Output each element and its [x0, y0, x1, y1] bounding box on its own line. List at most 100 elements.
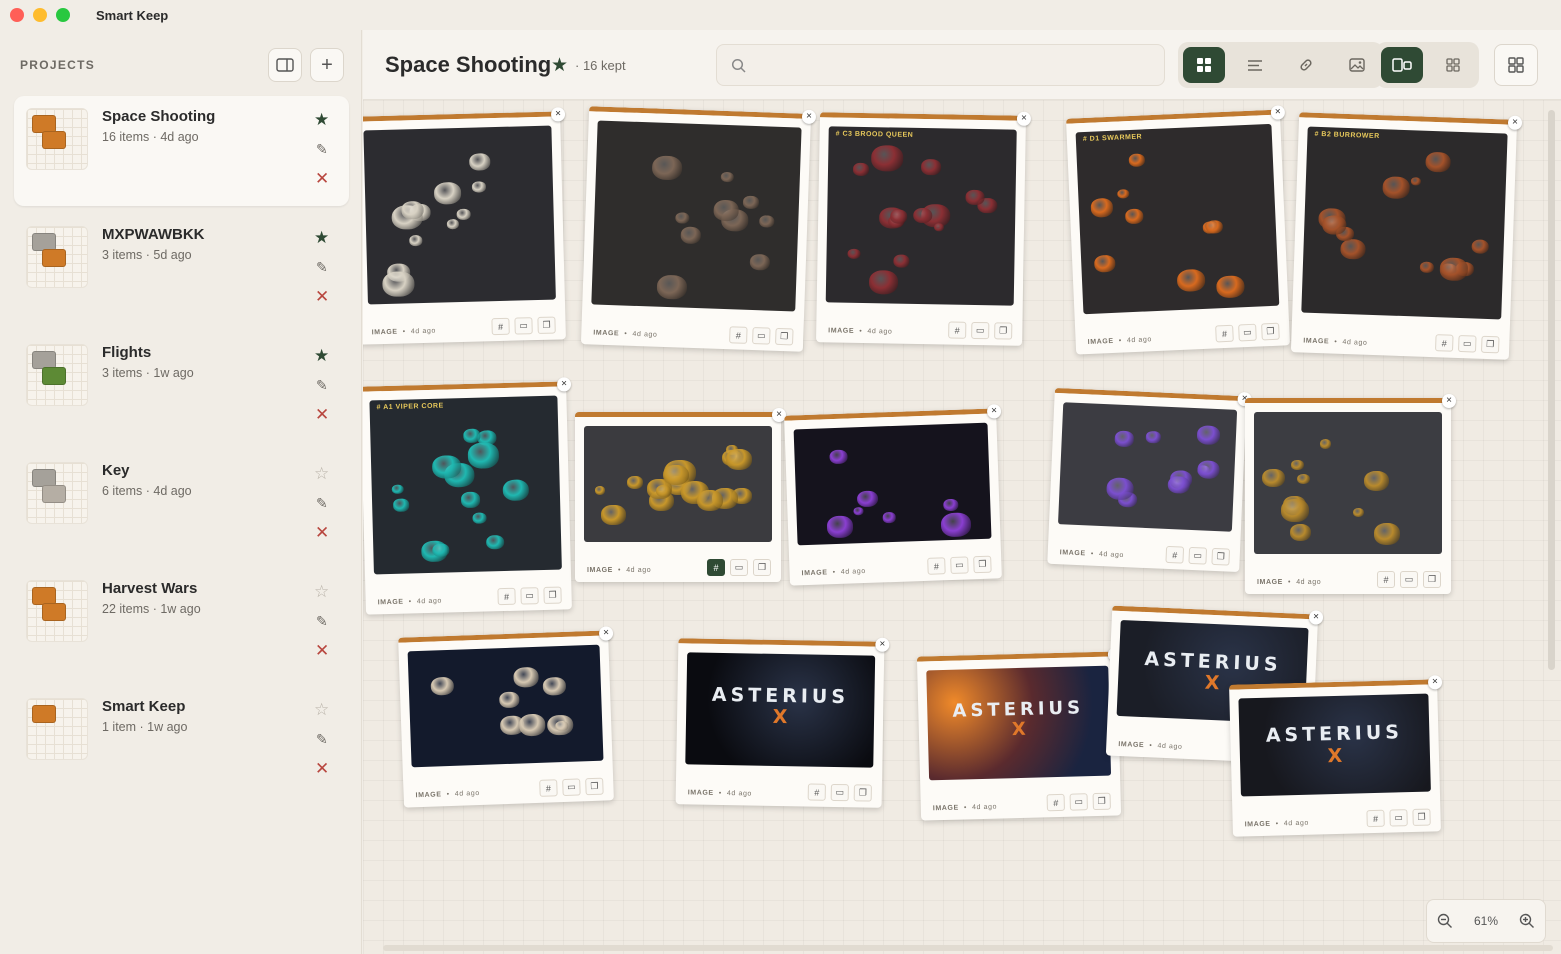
hashtag-icon[interactable]: # — [1215, 324, 1234, 343]
hashtag-icon[interactable]: # — [497, 587, 516, 606]
project-item[interactable]: Key 6 items · 4d ago ☆ ✎ ✕ — [14, 450, 349, 560]
project-item[interactable]: Space Shooting 16 items · 4d ago ★ ✎ ✕ — [14, 96, 349, 206]
hashtag-icon[interactable]: # — [539, 779, 558, 797]
delete-icon[interactable]: ✕ — [315, 287, 329, 307]
vertical-scrollbar[interactable] — [1548, 110, 1555, 670]
hashtag-icon[interactable]: # — [948, 321, 967, 339]
project-item[interactable]: Flights 3 items · 1w ago ★ ✎ ✕ — [14, 332, 349, 442]
star-icon[interactable]: ★ — [314, 110, 329, 130]
folder-icon[interactable]: ▭ — [730, 559, 748, 576]
folder-icon[interactable]: ▭ — [971, 321, 990, 340]
horizontal-scrollbar[interactable] — [383, 945, 1553, 951]
folder-icon[interactable]: ▭ — [514, 317, 533, 335]
folder-icon[interactable]: ▭ — [520, 587, 539, 605]
edit-icon[interactable]: ✎ — [316, 377, 328, 394]
copy-icon[interactable]: ❐ — [585, 777, 604, 796]
edit-icon[interactable]: ✎ — [316, 259, 328, 276]
hashtag-icon[interactable]: # — [729, 326, 748, 344]
image-card[interactable]: # D1 SWARMER × IMAGE • 4d ago # ▭ ❐ — [1065, 105, 1291, 355]
star-icon[interactable]: ★ — [314, 346, 329, 366]
close-icon[interactable]: × — [556, 377, 572, 392]
delete-icon[interactable]: ✕ — [315, 405, 329, 425]
copy-icon[interactable]: ❐ — [1423, 571, 1441, 588]
copy-icon[interactable]: ❐ — [1092, 792, 1111, 811]
close-icon[interactable]: × — [1016, 111, 1032, 126]
toggle-sidebar-button[interactable] — [268, 48, 302, 82]
search-input[interactable] — [757, 54, 1147, 76]
copy-icon[interactable]: ❐ — [537, 316, 556, 334]
hashtag-icon[interactable]: # — [1165, 545, 1185, 564]
folder-icon[interactable]: ▭ — [1457, 334, 1477, 353]
copy-icon[interactable]: ❐ — [1412, 808, 1431, 826]
edit-icon[interactable]: ✎ — [316, 141, 328, 158]
arrange-button[interactable] — [1494, 44, 1538, 86]
layout-grid-button[interactable] — [1432, 47, 1474, 83]
zoom-out-icon[interactable] — [1437, 913, 1453, 929]
hashtag-icon[interactable]: # — [491, 317, 510, 336]
copy-icon[interactable]: ❐ — [853, 784, 872, 802]
copy-icon[interactable]: ❐ — [994, 322, 1013, 340]
star-icon[interactable]: ☆ — [314, 464, 329, 484]
edit-icon[interactable]: ✎ — [316, 495, 328, 512]
star-icon[interactable]: ★ — [314, 228, 329, 248]
zoom-window-button[interactable] — [56, 8, 70, 22]
edit-icon[interactable]: ✎ — [316, 613, 328, 630]
star-icon[interactable]: ☆ — [314, 700, 329, 720]
hashtag-icon[interactable]: # — [1366, 809, 1385, 828]
delete-icon[interactable]: ✕ — [315, 641, 329, 661]
folder-icon[interactable]: ▭ — [950, 556, 969, 575]
image-card[interactable]: × IMAGE • 4d ago # ▭ ❐ — [398, 626, 614, 808]
close-icon[interactable]: × — [1442, 394, 1456, 408]
image-card[interactable]: × IMAGE • 4d ago # ▭ ❐ — [575, 408, 786, 582]
close-window-button[interactable] — [10, 8, 24, 22]
folder-icon[interactable]: ▭ — [1188, 546, 1208, 565]
close-icon[interactable]: × — [801, 109, 817, 125]
board-canvas[interactable]: 61% × IMAGE • 4d ago # ▭ ❐ × IMAGE • 4d … — [363, 100, 1561, 954]
folder-icon[interactable]: ▭ — [1238, 323, 1257, 342]
copy-icon[interactable]: ❐ — [775, 327, 794, 346]
folder-icon[interactable]: ▭ — [562, 778, 581, 797]
hashtag-icon[interactable]: # — [707, 559, 725, 576]
close-icon[interactable]: × — [1507, 115, 1523, 131]
close-icon[interactable]: × — [550, 107, 566, 122]
hashtag-icon[interactable]: # — [927, 557, 946, 575]
filter-text-button[interactable] — [1234, 47, 1276, 83]
copy-icon[interactable]: ❐ — [543, 586, 562, 604]
delete-icon[interactable]: ✕ — [315, 169, 329, 189]
folder-icon[interactable]: ▭ — [1069, 793, 1088, 811]
filter-links-button[interactable] — [1285, 47, 1327, 83]
folder-icon[interactable]: ▭ — [830, 783, 849, 802]
minimize-window-button[interactable] — [33, 8, 47, 22]
image-card[interactable]: # B2 BURROWER × IMAGE • 4d ago # ▭ ❐ — [1290, 112, 1523, 360]
zoom-in-icon[interactable] — [1519, 913, 1535, 929]
image-card[interactable]: × IMAGE • 4d ago # ▭ ❐ — [784, 404, 1002, 586]
filter-images-button[interactable] — [1336, 47, 1378, 83]
image-card[interactable]: × IMAGE • 4d ago # ▭ ❐ — [580, 106, 817, 352]
folder-icon[interactable]: ▭ — [752, 327, 771, 345]
delete-icon[interactable]: ✕ — [315, 759, 329, 779]
project-item[interactable]: Smart Keep 1 item · 1w ago ☆ ✎ ✕ — [14, 686, 349, 796]
folder-icon[interactable]: ▭ — [1400, 571, 1418, 588]
edit-icon[interactable]: ✎ — [316, 731, 328, 748]
copy-icon[interactable]: ❐ — [973, 555, 992, 574]
image-card[interactable]: × IMAGE • 4d ago # ▭ ❐ — [363, 107, 566, 345]
copy-icon[interactable]: ❐ — [1261, 322, 1280, 341]
image-card[interactable]: # A1 VIPER CORE × IMAGE • 4d ago # ▭ ❐ — [363, 377, 572, 615]
image-card[interactable]: × IMAGE • 4d ago # ▭ ❐ — [1047, 387, 1252, 573]
search-box[interactable] — [716, 44, 1165, 86]
hashtag-icon[interactable]: # — [1377, 571, 1395, 588]
close-icon[interactable]: × — [986, 404, 1002, 419]
close-icon[interactable]: × — [1308, 610, 1324, 625]
close-icon[interactable]: × — [598, 626, 614, 641]
close-icon[interactable]: × — [875, 637, 890, 652]
project-item[interactable]: MXPWAWBKK 3 items · 5d ago ★ ✎ ✕ — [14, 214, 349, 324]
image-card[interactable]: ASTERIUS X × IMAGE • 4d ago # ▭ ❐ — [1229, 675, 1443, 837]
filter-all-button[interactable] — [1183, 47, 1225, 83]
star-icon[interactable]: ★ — [551, 54, 568, 77]
folder-icon[interactable]: ▭ — [1389, 809, 1408, 827]
hashtag-icon[interactable]: # — [1435, 334, 1454, 352]
hashtag-icon[interactable]: # — [807, 783, 826, 801]
image-card[interactable]: # C3 BROOD QUEEN × IMAGE • 4d ago # ▭ ❐ — [816, 111, 1032, 346]
layout-freeform-button[interactable] — [1381, 47, 1423, 83]
delete-icon[interactable]: ✕ — [315, 523, 329, 543]
